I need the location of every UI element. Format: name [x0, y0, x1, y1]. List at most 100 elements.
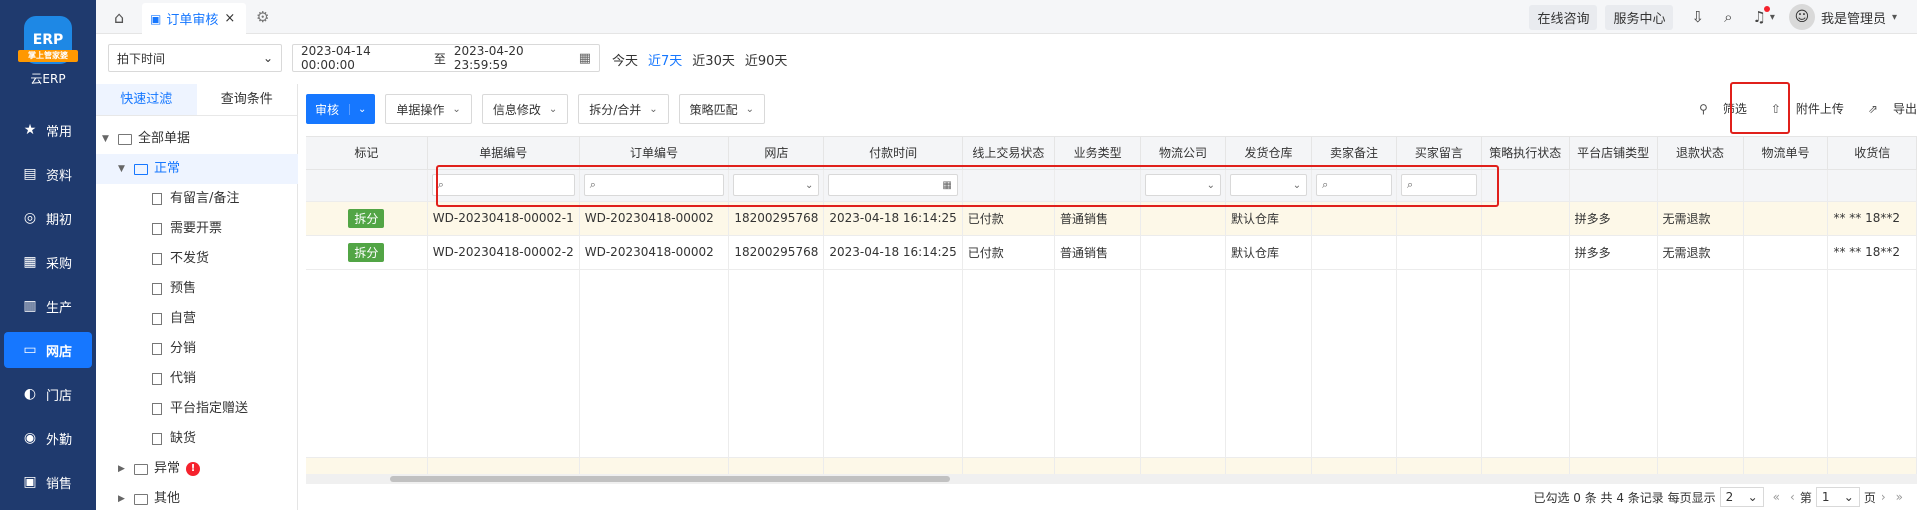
- column-header[interactable]: 付款时间: [823, 137, 963, 170]
- prev-page-icon[interactable]: ‹: [1790, 490, 1795, 504]
- column-header[interactable]: 平台店铺类型: [1569, 137, 1658, 170]
- search-icon[interactable]: ⌕: [1724, 8, 1732, 26]
- column-header[interactable]: 策略执行状态: [1481, 137, 1570, 170]
- tree-item-4[interactable]: 自营: [152, 304, 196, 334]
- column-search-input[interactable]: ⌕: [431, 174, 575, 196]
- column-header[interactable]: 线上交易状态: [962, 137, 1056, 170]
- file-icon: [152, 433, 162, 445]
- avatar[interactable]: ☺: [1788, 4, 1815, 30]
- quick-date-2[interactable]: 近30天: [692, 50, 735, 69]
- column-search-input[interactable]: ⌕: [1400, 174, 1477, 196]
- tree-all-docs[interactable]: ▼ 全部单据: [102, 124, 190, 154]
- per-page-label: 每页显示: [1667, 490, 1716, 505]
- doc-ops-dropdown[interactable]: 单据操作 ⌄: [385, 94, 472, 124]
- page-select[interactable]: 1 ⌄: [1815, 487, 1860, 507]
- export-button[interactable]: ⇗ 导出: [1856, 100, 1917, 117]
- tree-item-5[interactable]: 分销: [152, 334, 196, 364]
- filter-button[interactable]: ⚲ 筛选: [1687, 100, 1747, 117]
- home-icon[interactable]: ⌂: [114, 8, 124, 27]
- first-page-icon[interactable]: «: [1773, 490, 1780, 504]
- tree-item-0[interactable]: 有留言/备注: [152, 184, 239, 214]
- date-type-select[interactable]: 拍下时间 ⌄: [108, 44, 282, 72]
- column-header[interactable]: 发货仓库: [1225, 137, 1313, 170]
- nav-item-2[interactable]: ◎ 期初: [0, 200, 96, 236]
- column-select[interactable]: ⌄: [1145, 174, 1221, 196]
- upload-button[interactable]: ⇧ 附件上传: [1759, 100, 1844, 117]
- bell-icon[interactable]: ♫: [1752, 6, 1770, 26]
- audit-button[interactable]: 审核 ⌄: [306, 94, 376, 124]
- column-header[interactable]: 物流公司: [1140, 137, 1226, 170]
- column-search-input[interactable]: ⌕: [583, 174, 725, 196]
- info-edit-dropdown[interactable]: 信息修改 ⌄: [481, 94, 569, 124]
- next-page-icon[interactable]: ›: [1881, 490, 1886, 504]
- column-header[interactable]: 业务类型: [1054, 137, 1142, 170]
- quick-date-3[interactable]: 近90天: [745, 50, 788, 69]
- tree-item-1[interactable]: 需要开票: [152, 214, 222, 244]
- date-range-picker[interactable]: 2023-04-14 00:00:00 至 2023-04-20 23:59:5…: [292, 44, 600, 72]
- table-row[interactable]: 拆分 WD-20230418-00002-1 WD-20230418-00002 18…: [306, 201, 1917, 236]
- chevron-down-icon[interactable]: ⌄: [349, 103, 366, 115]
- user-name[interactable]: 我是管理员: [1821, 8, 1886, 27]
- column-header[interactable]: 收货信: [1827, 137, 1917, 170]
- caret-down-icon[interactable]: ▼: [118, 154, 130, 184]
- cloud-download-icon[interactable]: ⇩: [1691, 8, 1704, 26]
- strategy-match-dropdown[interactable]: 策略匹配 ⌄: [678, 94, 766, 124]
- column-header[interactable]: 单据编号: [427, 137, 580, 170]
- chevron-down-icon[interactable]: ▾: [1892, 12, 1897, 23]
- column-header[interactable]: 订单编号: [579, 137, 730, 170]
- filter-cell: [1657, 169, 1744, 202]
- quick-date-0[interactable]: 今天: [612, 50, 638, 69]
- scroll-thumb[interactable]: [390, 476, 950, 482]
- per-page-select[interactable]: 2 ⌄: [1719, 487, 1764, 507]
- tree-normal[interactable]: ▼ 正常: [96, 154, 298, 184]
- column-select[interactable]: ⌄: [733, 174, 820, 196]
- nav-item-6[interactable]: ◐ 门店: [0, 376, 96, 412]
- nav-item-0[interactable]: ★ 常用: [0, 112, 96, 148]
- table-cell: [1481, 235, 1570, 270]
- column-header[interactable]: 买家留言: [1396, 137, 1482, 170]
- tree-item-3[interactable]: 预售: [152, 274, 196, 304]
- tab-order-audit[interactable]: ▣ 订单审核 ×: [142, 3, 246, 34]
- caret-right-icon[interactable]: ▶: [118, 484, 130, 510]
- column-search-input[interactable]: ⌕: [1316, 174, 1392, 196]
- caret-right-icon[interactable]: ▶: [118, 454, 130, 484]
- column-header[interactable]: 标记: [306, 137, 428, 170]
- column-header[interactable]: 网店: [728, 137, 825, 170]
- tab-query-conditions[interactable]: 查询条件: [197, 84, 298, 115]
- empty-area: [306, 269, 1917, 458]
- calendar-icon: ▦: [578, 50, 591, 66]
- last-page-icon[interactable]: »: [1896, 490, 1903, 504]
- nav-item-3[interactable]: ▦ 采购: [0, 244, 96, 280]
- tree-item-8[interactable]: 缺货: [152, 424, 196, 454]
- gear-icon[interactable]: ⚙: [256, 8, 269, 26]
- column-select[interactable]: ⌄: [1229, 174, 1308, 196]
- split-merge-dropdown[interactable]: 拆分/合并 ⌄: [578, 94, 669, 124]
- column-date-input[interactable]: ▦: [828, 174, 958, 196]
- column-header[interactable]: 卖家备注: [1311, 137, 1397, 170]
- table-row[interactable]: 拆分 WD-20230418-00002-2 WD-20230418-00002 18…: [306, 235, 1917, 270]
- quick-date-1[interactable]: 近7天: [648, 50, 682, 69]
- tree-item-7[interactable]: 平台指定赠送: [152, 394, 248, 424]
- tree-item-6[interactable]: 代销: [152, 364, 196, 394]
- caret-down-icon[interactable]: ▼: [102, 124, 114, 154]
- horizontal-scrollbar[interactable]: [306, 474, 1917, 484]
- tree-abnormal[interactable]: ▶ 异常!: [118, 454, 201, 484]
- nav-item-7[interactable]: ◉ 外勤: [0, 420, 96, 456]
- chevron-down-icon: ⌄: [1747, 490, 1758, 504]
- column-header[interactable]: 退款状态: [1657, 137, 1744, 170]
- service-center-button[interactable]: 服务中心: [1605, 4, 1674, 30]
- nav-item-4[interactable]: ▥ 生产: [0, 288, 96, 324]
- online-consult-button[interactable]: 在线咨询: [1529, 4, 1598, 30]
- filter-cell: [1827, 169, 1917, 202]
- nav-item-1[interactable]: ▤ 资料: [0, 156, 96, 192]
- tree-other[interactable]: ▶ 其他: [118, 484, 180, 510]
- close-icon[interactable]: ×: [224, 11, 235, 26]
- nav-item-5[interactable]: ▭ 网店: [4, 332, 92, 368]
- tree-item-2[interactable]: 不发货: [152, 244, 209, 274]
- nav-item-8[interactable]: ▣ 销售: [0, 464, 96, 500]
- column-header[interactable]: 物流单号: [1743, 137, 1829, 170]
- chevron-down-icon[interactable]: ▾: [1770, 12, 1775, 23]
- nav-label: 网店: [46, 344, 73, 360]
- tab-quick-filter[interactable]: 快速过滤: [96, 84, 197, 115]
- table-cell: [1743, 269, 1829, 458]
